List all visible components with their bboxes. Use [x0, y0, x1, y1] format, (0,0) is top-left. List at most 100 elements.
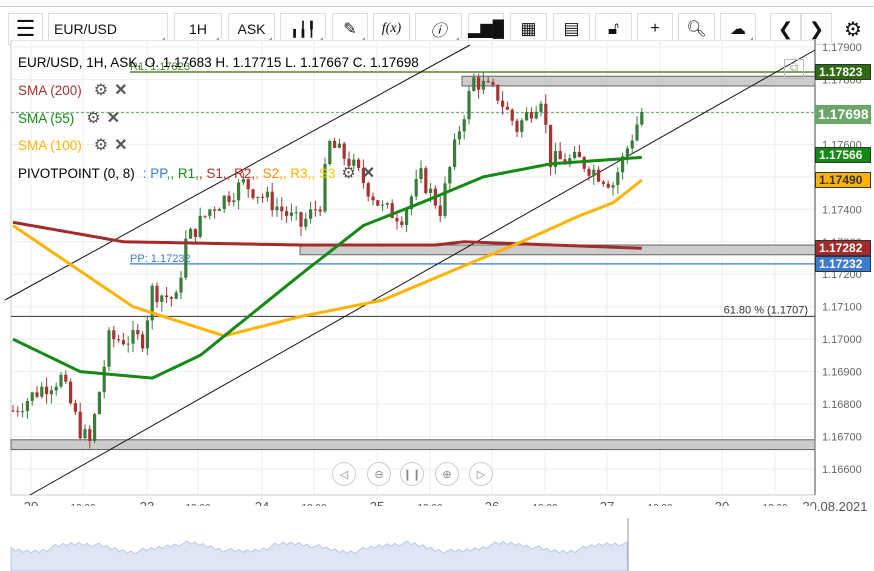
candle: [121, 340, 125, 345]
candle: [419, 168, 423, 180]
price-type-value: ASK: [237, 21, 266, 37]
candle: [289, 212, 293, 216]
candle: [549, 124, 553, 168]
candle: [203, 215, 207, 217]
candle: [534, 111, 538, 119]
candle: [414, 179, 418, 197]
timeframe-value: 1H: [189, 21, 207, 37]
bar-chart-icon: ▂▆█: [468, 21, 504, 38]
candle: [11, 410, 15, 412]
calendar-icon: ▦: [520, 19, 537, 38]
candle: [73, 403, 77, 412]
chevron-right-icon: ❯: [808, 18, 825, 39]
sma200-price-tag: 1.17282: [815, 239, 871, 256]
candle: [333, 140, 337, 148]
candle: [141, 334, 145, 349]
pivot-legend: PIVOTPOINT (0, 8) : PP, , R1, , S1, , R2…: [18, 163, 375, 183]
candle: [93, 414, 97, 442]
pp-label: PP: 1.17232: [130, 253, 191, 265]
top-divider: [0, 6, 874, 7]
candle: [400, 221, 404, 225]
triangle-left-icon: ◁: [339, 468, 349, 481]
y-tick-label: 1.16600: [822, 464, 862, 476]
close-icon[interactable]: ✕: [114, 135, 127, 155]
ohlc-legend: EUR/USD, 1H, ASK, O. 1.17683 H. 1.17715 …: [18, 55, 419, 70]
gear-icon[interactable]: ⚙: [94, 80, 108, 100]
candle: [208, 209, 212, 216]
nav-back-button[interactable]: ◁: [332, 462, 356, 486]
close-icon[interactable]: ✕: [362, 163, 375, 183]
crosshair-icon: +: [650, 20, 660, 37]
candle: [601, 181, 605, 184]
candle: [40, 386, 44, 397]
candle: [280, 206, 284, 212]
sma100-label: SMA (100): [18, 137, 82, 153]
candlestick-icon: ╻╽╿: [290, 20, 316, 37]
candle: [256, 196, 260, 198]
candle: [371, 196, 375, 201]
candle: [126, 343, 130, 345]
candle: [448, 167, 452, 184]
zoom-reset-button[interactable]: ❙❙: [400, 462, 424, 486]
pause-icon: ❙❙: [402, 468, 422, 481]
candle: [477, 77, 481, 90]
candle: [155, 285, 159, 303]
pivot-r2: , R2,: [226, 165, 256, 181]
candle: [381, 204, 385, 206]
candle: [150, 285, 154, 321]
candle: [606, 183, 610, 188]
candle: [366, 183, 370, 197]
lock-icon: 🔓︎: [607, 19, 620, 38]
price-chart[interactable]: 1.179001.178001.177001.176001.175001.174…: [0, 40, 874, 571]
candle: [438, 205, 442, 216]
magnifier-icon: 🔍︎: [686, 21, 707, 38]
candle: [237, 182, 241, 201]
candle: [83, 429, 87, 439]
candle: [294, 212, 298, 214]
popout-icon[interactable]: ⧉: [784, 59, 804, 79]
cloud-upload-icon: ☁: [730, 21, 746, 38]
candle: [165, 295, 169, 298]
candle: [217, 208, 221, 211]
y-tick-label: 1.17900: [822, 42, 862, 54]
info-icon: ⓘ: [430, 23, 447, 40]
candle: [395, 217, 399, 222]
gear-icon: ⚙: [844, 18, 862, 41]
candle: [467, 90, 471, 120]
candle: [505, 106, 509, 110]
candle: [21, 411, 25, 413]
plot-area: [10, 40, 816, 496]
zoom-out-icon: ⊖: [374, 468, 384, 481]
candle: [539, 103, 543, 112]
candle: [501, 100, 505, 107]
candle: [616, 172, 620, 186]
candle: [227, 195, 231, 203]
candle: [611, 185, 615, 188]
gear-icon[interactable]: ⚙: [341, 163, 355, 183]
candle: [25, 400, 29, 412]
zoom-in-icon: ⊕: [442, 468, 452, 481]
candle: [232, 200, 236, 203]
pivot-s2: , S2,: [255, 165, 283, 181]
zoom-in-button[interactable]: ⊕: [435, 462, 459, 486]
candle: [318, 209, 322, 212]
zoom-out-button[interactable]: ⊖: [367, 462, 391, 486]
candle: [64, 374, 68, 382]
sma100-price-tag: 1.17490: [815, 172, 871, 189]
candle: [35, 392, 39, 397]
gear-icon[interactable]: ⚙: [86, 108, 100, 128]
gear-icon[interactable]: ⚙: [94, 135, 108, 155]
candle: [299, 212, 303, 227]
candle: [592, 169, 596, 176]
candle: [169, 297, 173, 299]
fib-label: 61.80 % (1.1707): [724, 304, 808, 316]
candle: [275, 206, 279, 211]
candle: [198, 215, 202, 237]
close-icon[interactable]: ✕: [114, 80, 127, 100]
candle: [270, 191, 274, 211]
candle: [179, 277, 183, 293]
close-icon[interactable]: ✕: [107, 108, 120, 128]
candle: [78, 411, 82, 439]
nav-forward-button[interactable]: ▷: [469, 462, 493, 486]
candle: [309, 209, 313, 219]
